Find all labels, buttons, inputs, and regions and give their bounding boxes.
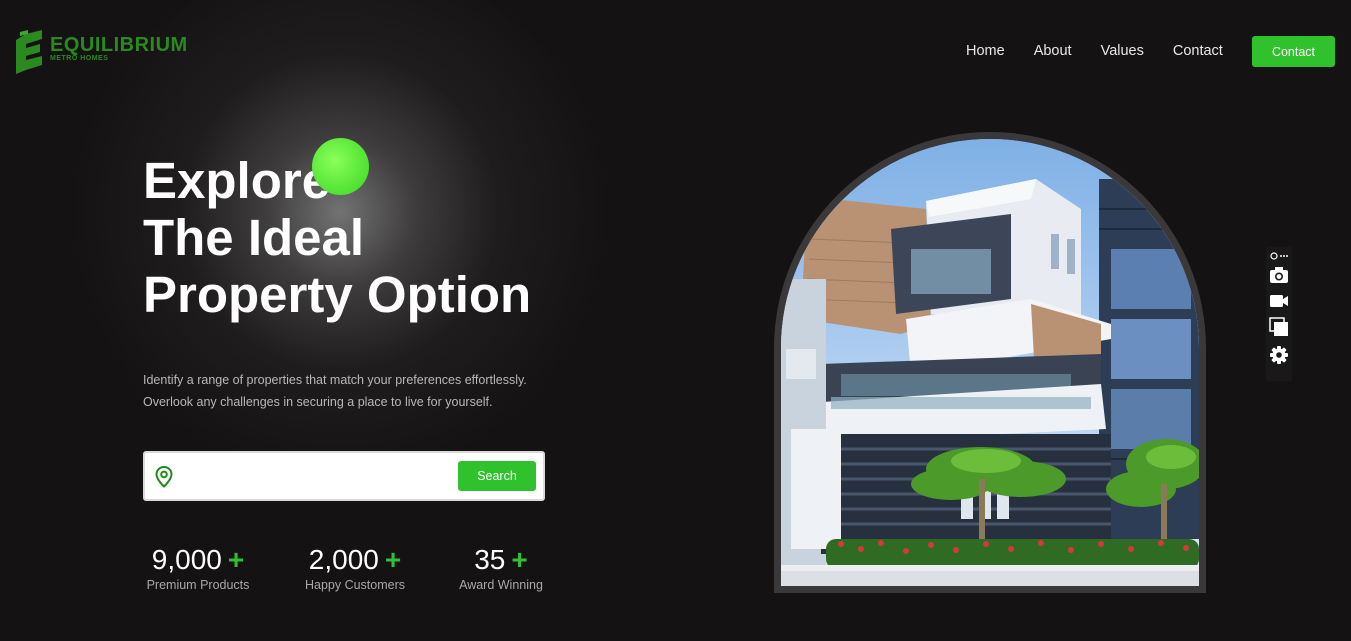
hero-title-line-2: The Ideal: [143, 209, 365, 266]
hero-description-line-2: Overlook any challenges in securing a pl…: [143, 395, 493, 409]
stat-value: 9,000: [151, 544, 222, 575]
search-input[interactable]: [181, 461, 451, 491]
search-box: Search: [143, 451, 545, 501]
hero-description-line-1: Identify a range of properties that matc…: [143, 373, 527, 387]
nav-home[interactable]: Home: [966, 43, 1005, 59]
decorative-green-circle: [312, 138, 369, 195]
logo-mark-icon: [16, 30, 44, 74]
stat-happy-customers: 2,000 + Happy Customers: [300, 543, 410, 592]
property-image: [781, 139, 1199, 586]
stat-label: Happy Customers: [304, 578, 406, 592]
nav-values[interactable]: Values: [1101, 43, 1144, 59]
search-button[interactable]: Search: [458, 461, 536, 491]
floating-toolbar: [1266, 247, 1292, 381]
nav-contact[interactable]: Contact: [1173, 43, 1223, 59]
contact-button[interactable]: Contact: [1252, 36, 1335, 67]
stat-plus: +: [227, 544, 245, 575]
location-pin-icon: [155, 465, 173, 488]
property-image-frame: [774, 132, 1206, 593]
video-icon[interactable]: [1269, 291, 1289, 311]
stat-plus: +: [511, 544, 528, 575]
settings-dots-icon[interactable]: [1269, 249, 1289, 261]
stat-label: Premium Products: [146, 578, 250, 592]
stat-plus: +: [384, 544, 402, 575]
camera-icon[interactable]: [1269, 265, 1289, 285]
gallery-icon[interactable]: [1269, 317, 1289, 337]
brand-name: EQUILIBRIUM: [50, 34, 188, 56]
stat-label: Award Winning: [459, 578, 543, 592]
main-nav: Home About Values Contact: [966, 43, 1223, 59]
hero-description: Identify a range of properties that matc…: [143, 369, 527, 413]
stat-value: 35: [474, 544, 506, 575]
brand-tagline: METRO HOMES: [50, 55, 109, 62]
stat-value: 2,000: [308, 544, 379, 575]
gear-icon[interactable]: [1269, 345, 1289, 365]
stat-premium-products: 9,000 + Premium Products: [143, 543, 253, 592]
stat-award-winning: 35 + Award Winning: [455, 543, 547, 592]
nav-about[interactable]: About: [1034, 43, 1072, 59]
hero-title-line-3: Property Option: [143, 266, 532, 323]
brand-logo[interactable]: EQUILIBRIUM METRO HOMES: [16, 30, 188, 74]
